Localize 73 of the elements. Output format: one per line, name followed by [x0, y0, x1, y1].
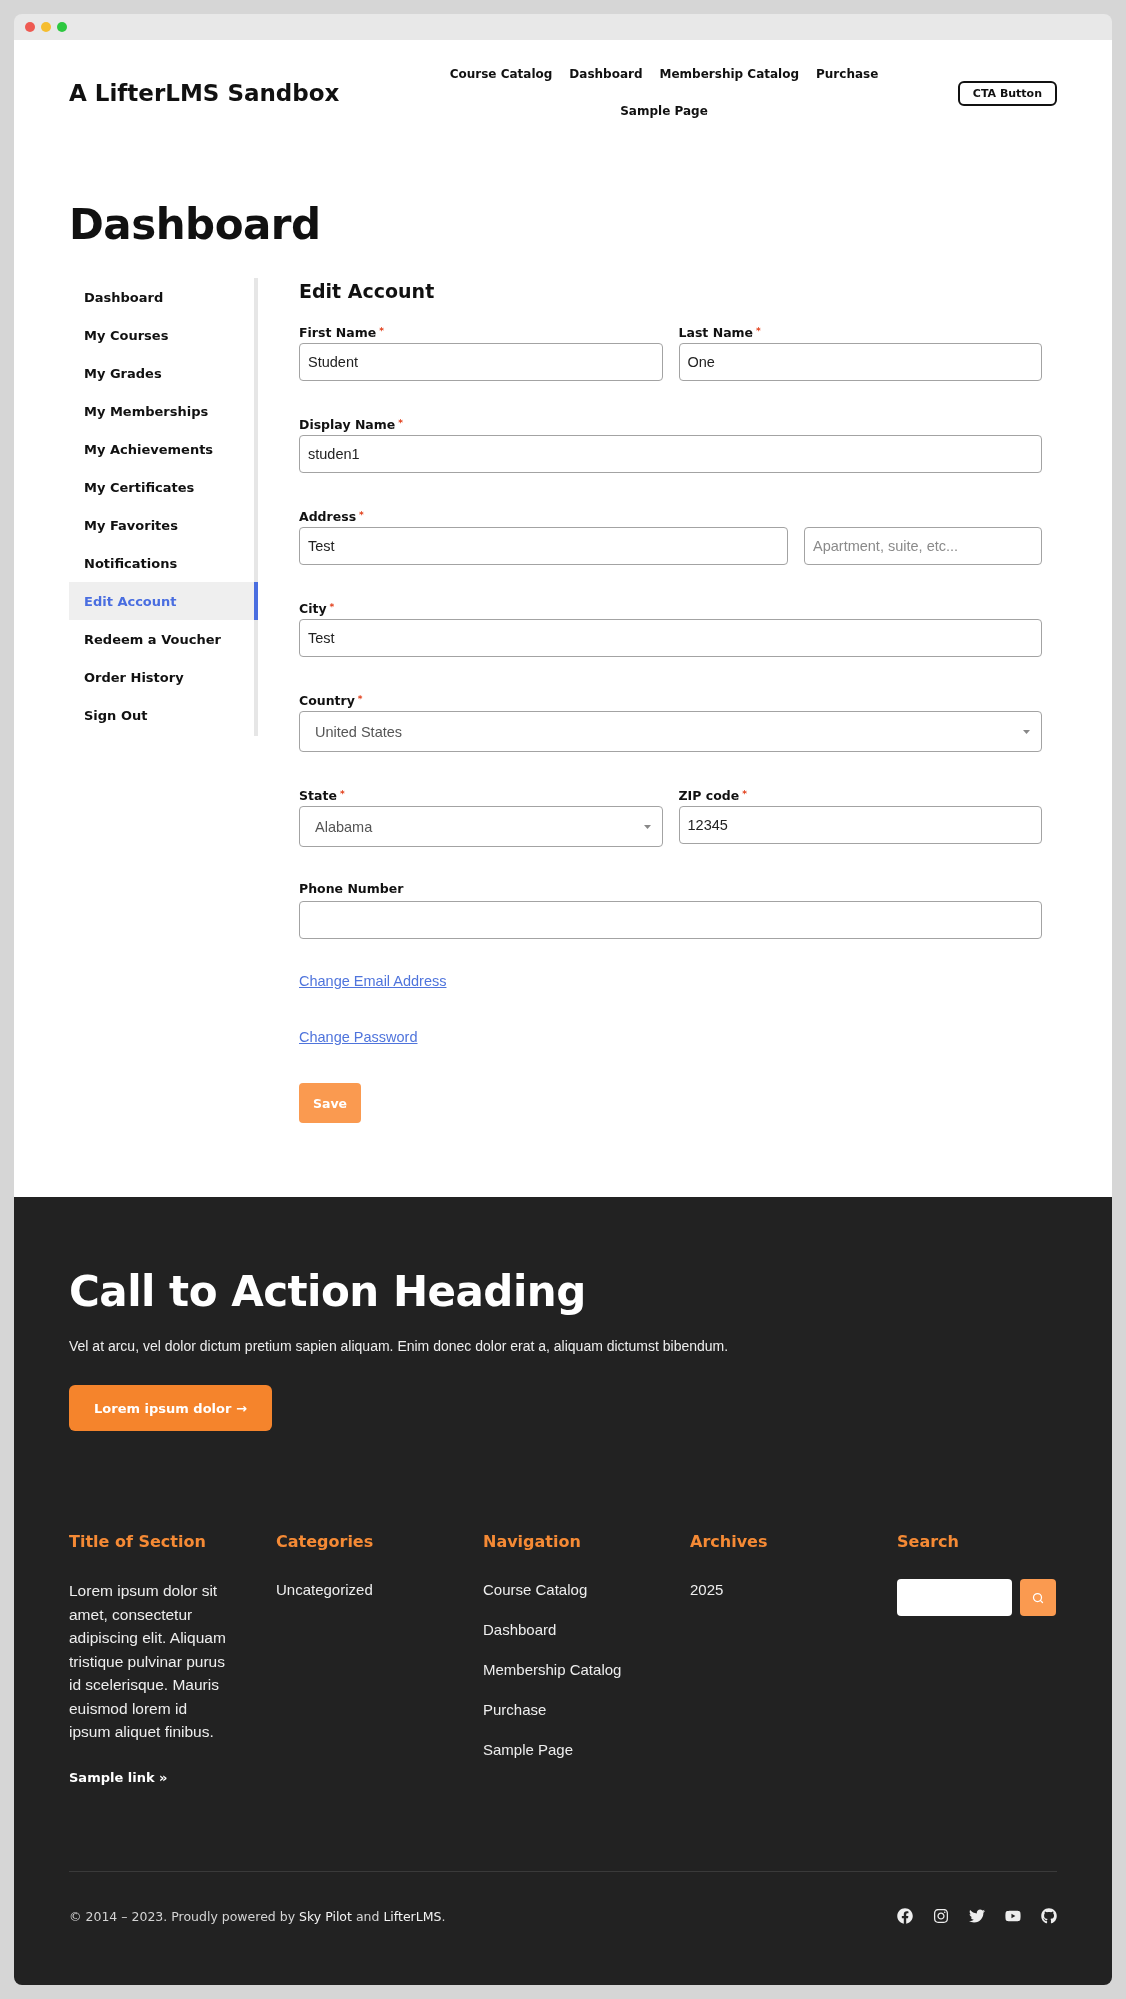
- field-label: State $^{*}$: [299, 787, 345, 804]
- input-field[interactable]: Test: [299, 619, 1042, 657]
- sidebar-item[interactable]: Notifications: [69, 544, 258, 582]
- search-button[interactable]: [1020, 1579, 1056, 1616]
- footer-link[interactable]: 2025: [690, 1579, 724, 1601]
- field-label: Last Name $^{*}$: [678, 324, 761, 341]
- caret-icon: [1023, 729, 1030, 734]
- nav-link[interactable]: Membership Catalog: [659, 56, 799, 93]
- minimize-dot-icon[interactable]: [41, 22, 51, 32]
- field-label: City $^{*}$: [299, 600, 335, 617]
- sidebar-item[interactable]: My Memberships: [69, 392, 258, 430]
- footer-link[interactable]: Membership Catalog: [483, 1659, 622, 1681]
- nav-link[interactable]: Sample Page: [620, 93, 708, 130]
- input-field[interactable]: studen1: [299, 435, 1042, 473]
- field-label: Phone Number: [299, 880, 404, 898]
- input-field[interactable]: One: [678, 343, 1042, 381]
- youtube-icon[interactable]: [1005, 1908, 1021, 1924]
- input-field[interactable]: Test: [299, 527, 788, 565]
- sidebar-item[interactable]: My Courses: [69, 316, 258, 354]
- search-field[interactable]: [897, 1579, 1012, 1616]
- input-field[interactable]: [299, 901, 1042, 939]
- text-link[interactable]: Change Password: [299, 1027, 418, 1047]
- form-title: Edit Account: [299, 279, 435, 304]
- footer-heading: Categories: [276, 1531, 374, 1553]
- twitter-icon[interactable]: [969, 1908, 985, 1924]
- sidebar-item[interactable]: Order History: [69, 658, 258, 696]
- select-field[interactable]: United States: [299, 711, 1042, 752]
- input-field[interactable]: Apartment, suite, etc...: [804, 527, 1042, 565]
- field-label: Country $^{*}$: [299, 692, 363, 709]
- text-link[interactable]: Change Email Address: [299, 971, 447, 991]
- field-label: First Name $^{*}$: [299, 324, 384, 341]
- sidebar-item[interactable]: My Achievements: [69, 430, 258, 468]
- sidebar-item[interactable]: Redeem a Voucher: [69, 620, 258, 658]
- footer-text: Lorem ipsum dolor sit amet, consectetur adipiscing elit. Aliquam tristique pulvinar purus id scelerisque. Mauris euismod lorem id ipsum aliquet finibus.: [69, 1581, 227, 1742]
- footer-link[interactable]: Purchase: [483, 1699, 547, 1721]
- search-icon: [1032, 1591, 1044, 1604]
- footer-link[interactable]: Dashboard: [483, 1619, 557, 1641]
- field-label: Address $^{*}$: [299, 508, 364, 525]
- page-title: Dashboard: [69, 200, 321, 250]
- site-title[interactable]: A LifterLMS Sandbox: [69, 80, 340, 106]
- close-dot-icon[interactable]: [25, 22, 35, 32]
- facebook-icon[interactable]: [897, 1908, 913, 1924]
- sidebar-item[interactable]: My Grades: [69, 354, 258, 392]
- field-label: ZIP code $^{*}$: [678, 787, 747, 804]
- sidebar-item[interactable]: Dashboard: [69, 278, 258, 316]
- field-label: Display Name $^{*}$: [299, 416, 403, 433]
- footer-heading: Title of Section: [69, 1531, 206, 1553]
- cta-text: Vel at arcu, vel dolor dictum pretium sapien aliquam. Enim donec dolor erat a, aliquam dictumst bibendum.: [69, 1337, 729, 1356]
- sidebar-item[interactable]: Edit Account: [69, 582, 258, 620]
- footer-link[interactable]: Sample link »: [69, 1766, 168, 1789]
- sidebar-item[interactable]: My Favorites: [69, 506, 258, 544]
- select-field[interactable]: Alabama: [299, 806, 663, 847]
- input-field[interactable]: 12345: [678, 806, 1042, 844]
- footer-heading: Archives: [690, 1531, 768, 1553]
- nav-link[interactable]: Dashboard: [569, 56, 643, 93]
- maximize-dot-icon[interactable]: [57, 22, 67, 32]
- instagram-icon[interactable]: [933, 1908, 949, 1924]
- footer-link[interactable]: Sky Pilot: [299, 1908, 352, 1924]
- github-icon[interactable]: [1041, 1908, 1057, 1924]
- sidebar-item[interactable]: Sign Out: [69, 696, 258, 734]
- cta-button[interactable]: CTA Button: [957, 80, 1057, 106]
- input-field[interactable]: Student: [299, 343, 663, 381]
- caret-icon: [643, 824, 651, 829]
- copyright-text: © 2014 – 2023. Proudly powered by Sky Pilot and LifterLMS.: [69, 1908, 446, 1924]
- nav-link[interactable]: Purchase: [816, 56, 879, 93]
- footer-link[interactable]: Course Catalog: [483, 1579, 588, 1601]
- footer-heading: Search: [897, 1531, 959, 1553]
- sidebar-item[interactable]: My Certificates: [69, 468, 258, 506]
- footer-link[interactable]: Sample Page: [483, 1739, 574, 1761]
- nav-link[interactable]: Course Catalog: [449, 56, 553, 93]
- cta-heading: Call to Action Heading: [69, 1267, 586, 1317]
- footer-link[interactable]: Uncategorized: [276, 1579, 373, 1601]
- footer-heading: Navigation: [483, 1531, 581, 1553]
